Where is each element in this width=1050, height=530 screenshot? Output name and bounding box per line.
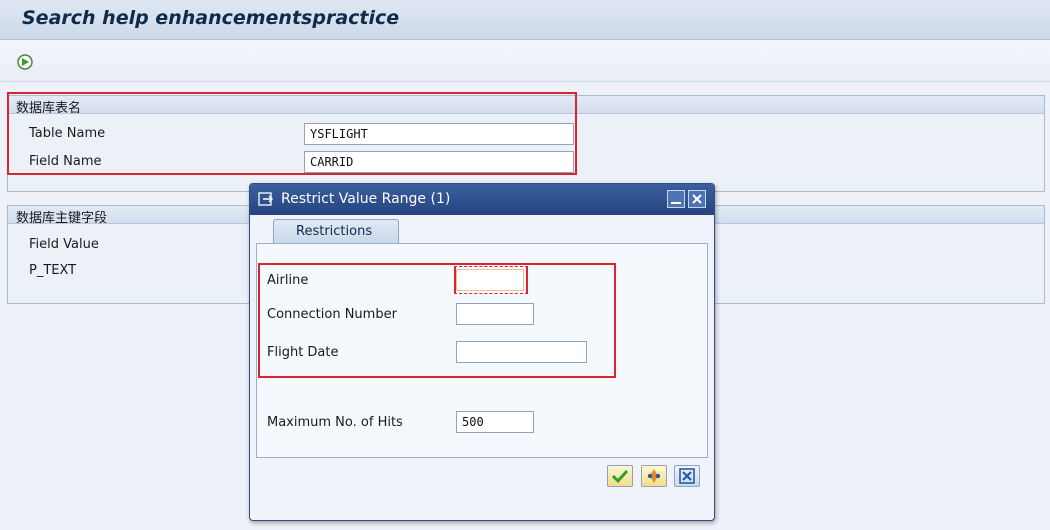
max-hits-label: Maximum No. of Hits bbox=[267, 415, 403, 430]
dialog-title: Restrict Value Range (1) bbox=[281, 191, 451, 207]
window-title-bar: Search help enhancementspractice bbox=[0, 0, 1050, 40]
dialog-title-bar[interactable]: Restrict Value Range (1) bbox=[250, 184, 714, 215]
table-name-label: Table Name bbox=[29, 126, 106, 141]
flight-date-input[interactable] bbox=[456, 341, 587, 363]
field-name-label: Field Name bbox=[29, 154, 102, 169]
tab-restrictions[interactable]: Restrictions bbox=[273, 219, 399, 244]
field-name-input[interactable] bbox=[304, 151, 574, 173]
multiple-selection-button[interactable] bbox=[641, 465, 667, 487]
close-icon bbox=[692, 194, 702, 204]
restriction-icon bbox=[258, 192, 273, 206]
group-database-table: 数据库表名 Table Name Field Name bbox=[7, 95, 1045, 192]
field-value-label: Field Value bbox=[29, 237, 99, 252]
application-toolbar bbox=[0, 40, 1050, 82]
execute-button[interactable] bbox=[14, 52, 36, 72]
flight-date-label: Flight Date bbox=[267, 345, 339, 360]
connection-number-input[interactable] bbox=[456, 303, 534, 325]
close-button[interactable] bbox=[688, 190, 706, 208]
group-title: 数据库主键字段 bbox=[16, 211, 108, 226]
minimize-icon bbox=[671, 202, 681, 204]
p-text-label: P_TEXT bbox=[29, 263, 77, 278]
group-header: 数据库表名 bbox=[8, 96, 1044, 116]
tab-label: Restrictions bbox=[296, 224, 373, 239]
airline-label: Airline bbox=[267, 273, 309, 288]
max-hits-input[interactable] bbox=[456, 411, 534, 433]
minimize-button[interactable] bbox=[667, 190, 685, 208]
multiple-selection-icon bbox=[647, 469, 661, 483]
execute-icon bbox=[17, 54, 33, 70]
window-title: Search help enhancementspractice bbox=[22, 7, 400, 29]
cancel-icon bbox=[679, 468, 695, 484]
table-name-input[interactable] bbox=[304, 123, 574, 145]
checkmark-icon bbox=[611, 469, 629, 484]
confirm-button[interactable] bbox=[607, 465, 633, 487]
airline-input[interactable] bbox=[456, 269, 524, 291]
group-title: 数据库表名 bbox=[16, 101, 82, 116]
cancel-button[interactable] bbox=[674, 465, 700, 487]
restrictions-panel: Airline Connection Number Flight Date Ma… bbox=[256, 243, 708, 458]
connection-number-label: Connection Number bbox=[267, 307, 397, 322]
restrict-value-range-dialog: Restrict Value Range (1) Restrictions Ai… bbox=[249, 183, 715, 521]
